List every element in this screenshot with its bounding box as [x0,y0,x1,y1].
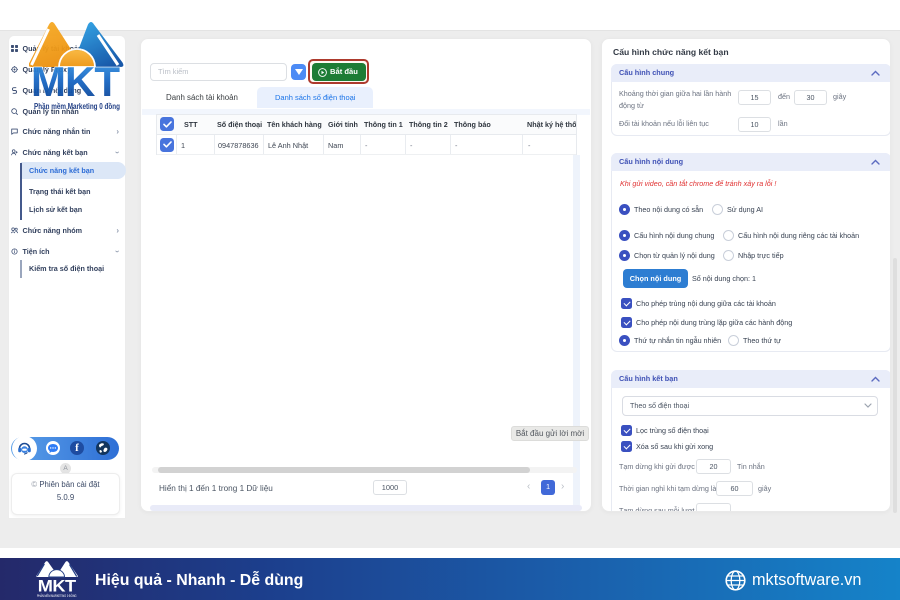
svg-text:MKT: MKT [31,58,120,105]
svg-text:Phần mềm Marketing 0 đồng: Phần mềm Marketing 0 đồng [34,102,120,111]
svg-text:PHẦN MỀM MARKETING 0 ĐỒNG: PHẦN MỀM MARKETING 0 ĐỒNG [37,593,77,598]
svg-text:MKT: MKT [38,576,77,595]
